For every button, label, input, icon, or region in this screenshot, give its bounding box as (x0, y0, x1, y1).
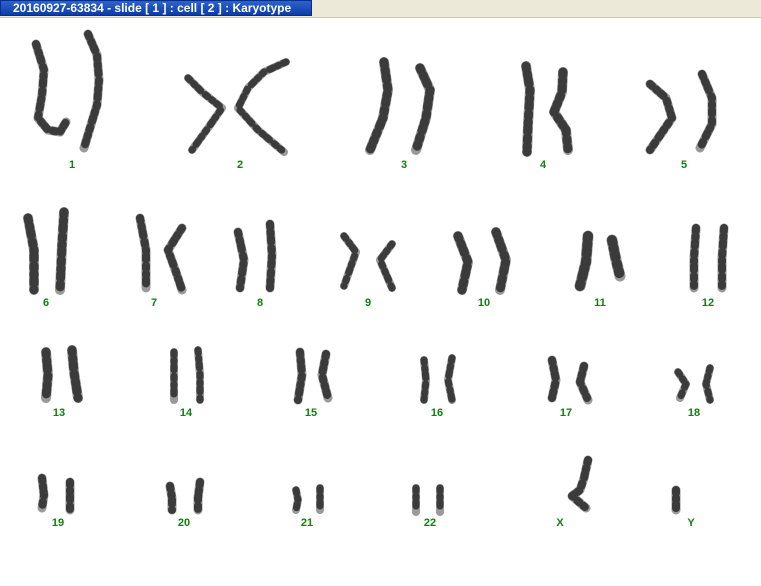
chromosome-pair-20[interactable]: 20 (165, 477, 205, 529)
chromosome-label-3: 3 (401, 159, 407, 171)
chromosome-label-19: 19 (52, 517, 64, 529)
chromosome-pair-12[interactable]: 12 (689, 223, 729, 309)
chromosome-label-13: 13 (53, 407, 65, 419)
chromatid-bands-3-1 (365, 57, 393, 155)
chromosome-pair-10[interactable]: 10 (453, 227, 511, 309)
chromosome-label-12: 12 (702, 297, 714, 309)
chromosome-pair-5[interactable]: 5 (645, 69, 717, 171)
chromosome-pair-7[interactable]: 7 (135, 213, 187, 309)
chromatid-bands-5-1 (646, 80, 676, 154)
chromatid-bands-12-2 (718, 224, 728, 292)
chromosome-pair-8[interactable]: 8 (233, 219, 277, 309)
chromosome-label-22: 22 (424, 517, 436, 529)
chromatid-bands-18-2 (702, 364, 714, 404)
chromosome-label-17: 17 (560, 407, 572, 419)
chromatid-bands-14-2 (194, 346, 204, 404)
chromosome-label-10: 10 (478, 297, 490, 309)
chromosome-label-5: 5 (681, 159, 687, 171)
chromatid-bands-6-1 (23, 213, 39, 295)
chromosome-label-16: 16 (431, 407, 443, 419)
chromatid-bands-1-2 (80, 30, 103, 152)
chromosome-pair-9[interactable]: 9 (340, 232, 396, 309)
chromatid-bands-7-2 (164, 224, 186, 294)
chromatid-bands-x-1 (568, 456, 592, 512)
chromosome-label-15: 15 (305, 407, 317, 419)
chromosome-label-20: 20 (178, 517, 190, 529)
chromosome-pair-6[interactable]: 6 (23, 207, 69, 309)
chromatid-bands-21-1 (292, 486, 302, 514)
chromatid-bands-13-2 (67, 345, 83, 403)
chromosome-pair-11[interactable]: 11 (574, 230, 626, 309)
chromosome-pair-3[interactable]: 3 (365, 57, 435, 171)
chromatid-bands-8-2 (266, 220, 276, 292)
chromosome-label-2: 2 (237, 159, 243, 171)
chromatid-bands-6-2 (55, 207, 69, 295)
chromosome-label-8: 8 (257, 297, 263, 309)
chromatid-bands-9-2 (376, 240, 396, 292)
window-title: 20160927-63834 - slide [ 1 ] : cell [ 2 … (13, 1, 292, 15)
chromatid-bands-13-1 (41, 347, 53, 403)
chromatid-bands-8-1 (234, 228, 248, 292)
chromatid-bands-19-1 (38, 474, 48, 512)
chromosome-label-18: 18 (688, 407, 700, 419)
chromatid-bands-15-1 (294, 348, 306, 404)
chromosome-pair-2[interactable]: 2 (184, 58, 290, 171)
chromosome-pair-22[interactable]: 22 (412, 484, 444, 529)
chromosome-pair-18[interactable]: 18 (674, 364, 714, 419)
window-title-tab[interactable]: 20160927-63834 - slide [ 1 ] : cell [ 2 … (0, 0, 312, 16)
chromosome-label-1: 1 (69, 159, 75, 171)
chromosome-label-y: Y (687, 517, 695, 529)
chromosome-pair-17[interactable]: 17 (547, 355, 593, 419)
chromosome-label-9: 9 (365, 297, 371, 309)
chromatid-bands-7-1 (136, 214, 150, 292)
chromatid-bands-17-1 (548, 356, 560, 402)
chromosome-pair-13[interactable]: 13 (41, 345, 83, 419)
chromosome-pair-15[interactable]: 15 (293, 347, 333, 419)
chromosome-label-7: 7 (151, 297, 157, 309)
chromosome-label-21: 21 (301, 517, 313, 529)
chromatid-bands-20-2 (194, 478, 204, 514)
chromosome-pair-y[interactable]: Y (671, 485, 695, 529)
chromosome-pair-19[interactable]: 19 (37, 473, 75, 529)
chromatid-bands-16-1 (420, 356, 430, 404)
chromosome-label-11: 11 (594, 297, 606, 309)
title-bar: 20160927-63834 - slide [ 1 ] : cell [ 2 … (0, 0, 761, 18)
chromatid-bands-4-1 (521, 61, 535, 157)
chromatid-bands-12-1 (690, 224, 700, 292)
chromosome-pair-1[interactable]: 1 (31, 29, 104, 171)
chromatid-bands-2-1 (184, 74, 226, 154)
chromosome-pair-x[interactable]: X (556, 455, 593, 529)
chromosome-label-14: 14 (180, 407, 193, 419)
chromosome-label-4: 4 (540, 159, 547, 171)
chromosome-pair-16[interactable]: 16 (420, 354, 456, 419)
chromatid-bands-15-2 (318, 350, 332, 402)
chromosome-pair-21[interactable]: 21 (292, 484, 324, 529)
chromatid-bands-1-1 (32, 40, 70, 136)
chromatid-bands-4-2 (549, 67, 573, 155)
chromosome-label-x: X (556, 517, 564, 529)
chromosome-label-6: 6 (43, 297, 49, 309)
karyogram: 1 2 3 4 56 7 8 9 10 11 1213 14 15 16 17 1819 20 21 22 X Y (23, 29, 729, 529)
chromatid-bands-11-1 (575, 231, 593, 291)
chromosome-pair-4[interactable]: 4 (521, 61, 573, 171)
chromatid-bands-20-1 (166, 482, 176, 514)
chromosome-pair-14[interactable]: 14 (170, 346, 204, 419)
